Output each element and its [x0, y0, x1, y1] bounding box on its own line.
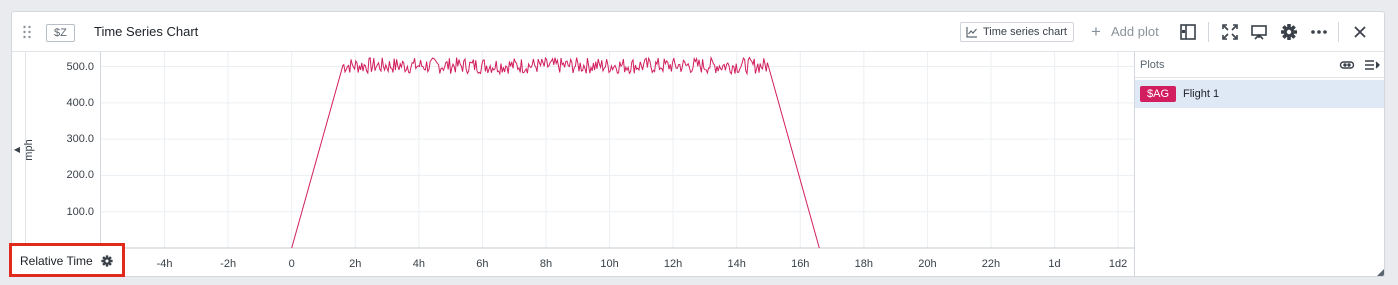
variable-tag[interactable]: $Z — [46, 24, 75, 42]
y-tick-label: 300.0 — [66, 133, 94, 146]
x-tick-label: 4h — [412, 258, 425, 270]
plot-list-item[interactable]: $AG Flight 1 — [1135, 80, 1384, 108]
x-tick-label: 0 — [288, 258, 295, 270]
plus-icon: + — [1091, 22, 1101, 41]
x-tick-label: 18h — [854, 258, 874, 270]
chart-type-label: Time series chart — [983, 26, 1067, 38]
chart-panel: $Z Time Series Chart Time series chart +… — [11, 11, 1385, 277]
x-tick-label: 20h — [918, 258, 937, 270]
add-plot-button[interactable]: + Add plot — [1091, 23, 1159, 41]
gear-icon[interactable] — [100, 254, 114, 268]
drag-handle-icon[interactable] — [22, 24, 32, 40]
series-line-flight-1[interactable] — [291, 55, 820, 249]
chart-area[interactable]: ◀ mph 500.0 400.0 300.0 200.0 100.0 -4h -2h 0 2… — [12, 52, 1134, 277]
x-tick-label: 1d2 — [1108, 258, 1128, 270]
x-tick-label: -2h — [220, 258, 237, 270]
y-tick-label: 200.0 — [66, 169, 94, 182]
line-chart-icon — [966, 26, 978, 44]
plot-tag: $AG — [1140, 86, 1177, 102]
sidebar-toggle-icon[interactable] — [1178, 22, 1198, 42]
gear-icon[interactable] — [1279, 22, 1299, 42]
panel-title[interactable]: Time Series Chart — [94, 23, 198, 41]
header-divider — [1208, 22, 1209, 42]
presentation-icon[interactable] — [1249, 22, 1269, 42]
fullscreen-icon[interactable] — [1220, 22, 1240, 42]
y-tick-label: 500.0 — [66, 60, 94, 73]
y-tick-label: 100.0 — [66, 205, 94, 218]
y-tick-label: 400.0 — [66, 96, 94, 109]
add-plot-label: Add plot — [1111, 24, 1159, 39]
y-axis-line — [100, 52, 101, 248]
x-tick-label: -4h — [156, 258, 173, 270]
x-tick-label: 16h — [791, 258, 810, 270]
close-icon[interactable] — [1350, 22, 1370, 42]
plot-svg[interactable] — [12, 52, 1134, 277]
relative-time-label: Relative Time — [20, 254, 93, 268]
x-tick-label: 1d — [1048, 258, 1061, 270]
link-icon[interactable] — [1339, 58, 1355, 72]
plots-sidebar-header: Plots — [1135, 52, 1384, 78]
plots-sidebar: Plots $AG Flight 1 — [1134, 52, 1384, 276]
more-icon[interactable] — [1309, 22, 1329, 42]
x-tick-label: 14h — [727, 258, 746, 270]
chart-type-button[interactable]: Time series chart — [960, 22, 1074, 42]
sort-list-icon[interactable] — [1364, 58, 1380, 72]
plot-name: Flight 1 — [1183, 88, 1220, 100]
x-tick-label: 10h — [600, 258, 619, 270]
x-tick-label: 8h — [539, 258, 553, 270]
x-tick-label: 12h — [663, 258, 683, 270]
relative-time-button[interactable]: Relative Time — [9, 243, 125, 277]
x-tick-label: 6h — [476, 258, 489, 270]
header-divider — [1338, 22, 1339, 42]
resize-corner-icon[interactable] — [1377, 269, 1384, 276]
x-tick-label: 2h — [349, 258, 362, 270]
x-tick-label: 22h — [981, 258, 1001, 270]
panel-header: $Z Time Series Chart Time series chart +… — [12, 12, 1384, 52]
plots-sidebar-title: Plots — [1140, 59, 1165, 71]
